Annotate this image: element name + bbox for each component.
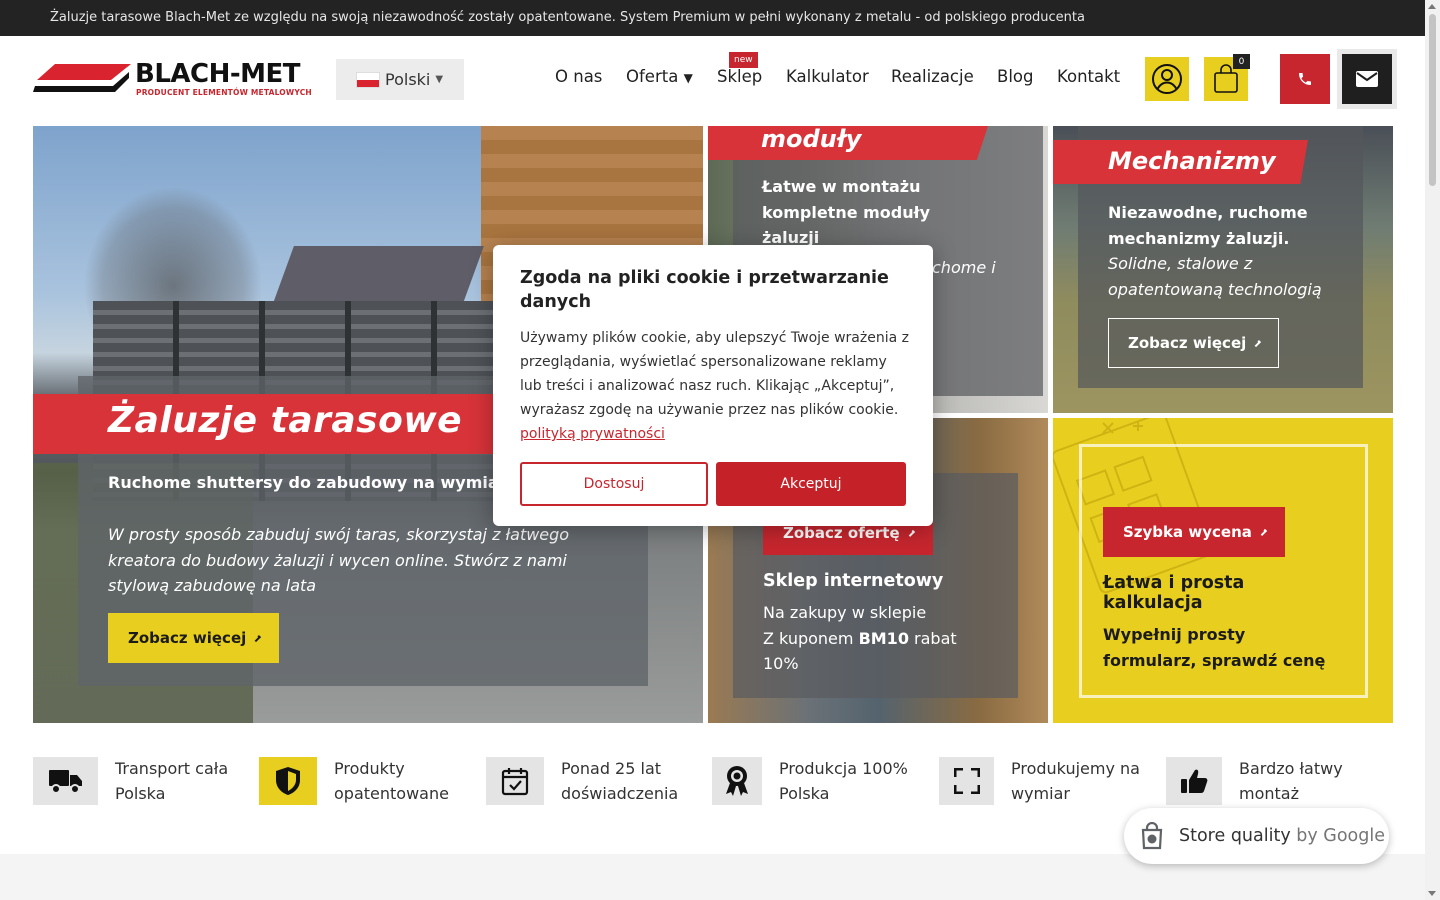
mechanisms-lead: Niezawodne, ruchome mechanizmy żaluzji. (1108, 203, 1308, 248)
shop-line-1: Na zakupy w sklepie (763, 603, 927, 622)
cookie-modal-body: Używamy plików cookie, aby ulepszyć Twoj… (520, 326, 910, 446)
top-announcement-bar: Żaluzje tarasowe Blach-Met ze względu na… (0, 0, 1425, 36)
calendar-check-icon (486, 757, 544, 805)
nav-item-sklep[interactable]: new Sklep (717, 52, 763, 86)
calculator-description: Wypełnij prosty formularz, sprawdź cenę (1103, 625, 1326, 670)
modules-description-text: chome i (932, 258, 996, 277)
nav-item-blog[interactable]: Blog (997, 67, 1033, 86)
cart-button[interactable]: 0 (1204, 54, 1250, 101)
chevron-right-icon (1259, 528, 1268, 536)
shop-description: Na zakupy w sklepie Z kuponem BM10 rabat… (763, 600, 983, 677)
cookie-customize-button[interactable]: Dostosuj (520, 462, 708, 506)
page-scrollbar[interactable] (1425, 0, 1440, 900)
poland-flag-icon (356, 71, 380, 88)
chevron-right-icon (907, 529, 915, 537)
feature-text: Produkcja 100% Polska (779, 759, 908, 803)
hero-tile-calculator: Szybka wycena Łatwa i prosta kalkulacja … (1053, 418, 1393, 723)
language-label: Polski (385, 70, 431, 89)
feature-transport: Transport cała Polska (33, 757, 240, 807)
shop-line-2-pre: Z kuponem (763, 628, 859, 648)
phone-icon (1299, 73, 1311, 85)
google-shopping-bag-icon (1141, 822, 1163, 850)
scrollbar-thumb[interactable] (1429, 14, 1436, 186)
logo-mark-icon (33, 64, 131, 92)
feature-experience: Ponad 25 lat doświadczenia (486, 757, 691, 807)
privacy-policy-link[interactable]: polityką prywatności (520, 426, 665, 442)
phone-button[interactable] (1280, 54, 1330, 104)
cookie-consent-modal: Zgoda na pliki cookie i przetwarzanie da… (493, 245, 933, 526)
user-icon (1152, 64, 1182, 94)
modules-title-ribbon: moduły (708, 126, 988, 160)
truck-icon (33, 757, 98, 805)
mechanisms-description: Solidne, stalowe z opatentowaną technolo… (1108, 254, 1322, 299)
hero-see-more-button[interactable]: Zobacz więcej (108, 613, 279, 663)
google-badge-label: Store quality (1179, 826, 1291, 846)
feature-patented: Produkty opatentowane (259, 757, 464, 807)
cookie-body-text: Używamy plików cookie, aby ulepszyć Twoj… (520, 330, 909, 418)
feature-text: Bardzo łatwy montaż (1239, 759, 1343, 803)
feature-text: Produkty opatentowane (334, 759, 449, 803)
scroll-down-arrow-icon[interactable] (1428, 891, 1436, 896)
feature-text: Transport cała Polska (115, 759, 229, 803)
site-header: BLACH-MET PRODUCENT ELEMENTÓW METALOWYCH… (0, 36, 1425, 126)
caret-down-icon: ▼ (683, 71, 693, 85)
cookie-modal-title: Zgoda na pliki cookie i przetwarzanie da… (520, 268, 889, 312)
email-button[interactable] (1342, 54, 1392, 104)
envelope-icon (1356, 71, 1378, 87)
mechanisms-see-more-label: Zobacz więcej (1128, 334, 1247, 352)
hero-title: Żaluzje tarasowe (108, 400, 462, 441)
language-selector[interactable]: Polski ▼ (336, 59, 464, 100)
cart-count-badge: 0 (1233, 54, 1250, 69)
house-roof-image (272, 246, 484, 306)
logo-tagline: PRODUCENT ELEMENTÓW METALOWYCH (136, 88, 312, 97)
mechanisms-see-more-button[interactable]: Zobacz więcej (1108, 318, 1279, 368)
feature-made-in-poland: Produkcja 100% Polska (712, 757, 919, 807)
site-logo[interactable]: BLACH-MET PRODUCENT ELEMENTÓW METALOWYCH (33, 60, 323, 100)
logo-name: BLACH-MET (135, 59, 301, 89)
chevron-right-icon (254, 634, 262, 642)
nav-item-realizacje[interactable]: Realizacje (891, 67, 974, 86)
new-badge: new (729, 52, 758, 68)
hero-title-ribbon: Żaluzje tarasowe (33, 394, 553, 454)
nav-item-o-nas[interactable]: O nas (555, 67, 602, 86)
shield-icon (259, 757, 317, 805)
shop-title: Sklep internetowy (763, 571, 944, 591)
nav-item-oferta-label: Oferta (626, 67, 679, 86)
feature-custom-size: Produkujemy na wymiar (939, 757, 1151, 807)
feature-easy-install: Bardzo łatwy montaż (1166, 757, 1359, 807)
hero-description: W prosty sposób zabuduj swój taras, skor… (108, 525, 570, 595)
quick-quote-label: Szybka wycena (1123, 523, 1252, 541)
award-icon (712, 757, 762, 805)
chevron-right-icon (1254, 339, 1262, 347)
mechanisms-title: Mechanizmy (1108, 147, 1276, 175)
nav-item-oferta[interactable]: Oferta ▼ (626, 67, 693, 86)
google-badge-text: Store quality by Google (1179, 826, 1385, 846)
shop-line-2-post: rabat (908, 628, 957, 648)
expand-icon (939, 757, 994, 805)
cookie-accept-button[interactable]: Akceptuj (716, 462, 906, 506)
mechanisms-title-ribbon: Mechanizmy (1053, 140, 1308, 184)
nav-item-kontakt[interactable]: Kontakt (1057, 67, 1120, 86)
google-badge-by: by Google (1296, 826, 1386, 846)
coupon-code: BM10 (858, 628, 909, 648)
calculator-title: Łatwa i prosta kalkulacja (1103, 573, 1245, 613)
feature-text: Produkujemy na wymiar (1011, 759, 1140, 803)
thumbs-up-icon (1166, 757, 1222, 805)
announcement-text: Żaluzje tarasowe Blach-Met ze względu na… (50, 10, 1085, 25)
account-button[interactable] (1145, 57, 1189, 101)
modules-title: moduły (761, 126, 862, 153)
google-store-quality-badge[interactable]: Store quality by Google (1124, 808, 1389, 864)
nav-item-kalkulator[interactable]: Kalkulator (786, 67, 869, 86)
shop-line-3: 10% (763, 654, 799, 673)
nav-item-sklep-label: Sklep (717, 67, 763, 86)
chevron-down-icon: ▼ (435, 74, 444, 85)
hero-tile-mechanisms: Mechanizmy Niezawodne, ruchome mechanizm… (1053, 126, 1393, 413)
scroll-up-arrow-icon[interactable] (1428, 4, 1436, 9)
modules-lead: Łatwe w montażu kompletne moduły żaluzji (762, 177, 930, 247)
quick-quote-button[interactable]: Szybka wycena (1103, 507, 1285, 557)
feature-text: Ponad 25 lat doświadczenia (561, 759, 679, 803)
shop-line-2: Z kuponem BM10 rabat (763, 626, 983, 652)
shop-see-offer-label: Zobacz ofertę (783, 524, 900, 542)
hero-see-more-label: Zobacz więcej (128, 629, 247, 647)
